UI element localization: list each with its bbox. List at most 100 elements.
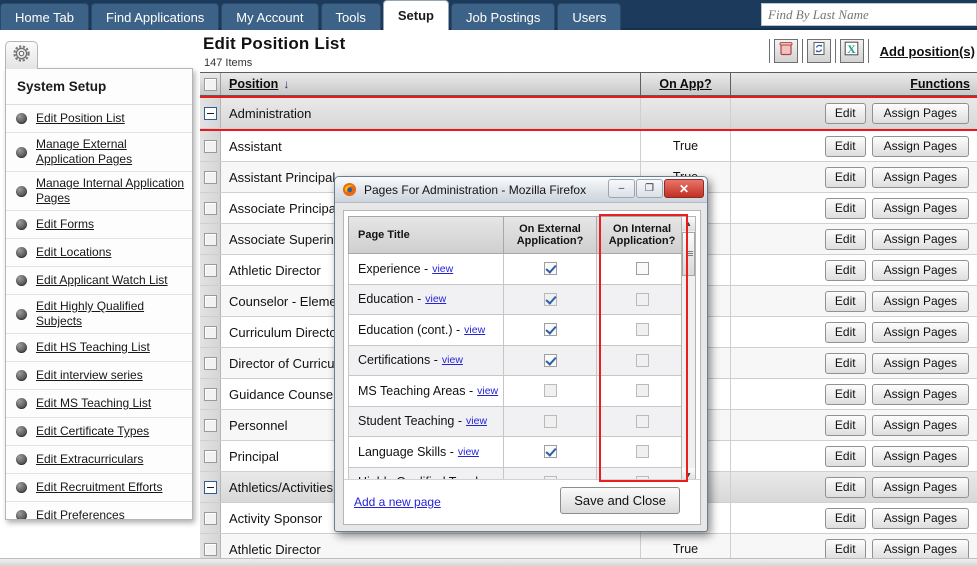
- external-checkbox-cell[interactable]: [503, 315, 596, 345]
- add-a-new-page-link[interactable]: Add a new page: [354, 495, 441, 509]
- sidebar-item-edit-extracurriculars[interactable]: Edit Extracurriculars: [6, 446, 192, 474]
- dialog-vertical-scrollbar[interactable]: ▲ ▼: [681, 216, 696, 483]
- column-header-on-app[interactable]: On App?: [641, 73, 731, 95]
- maximize-button[interactable]: ❐: [636, 179, 663, 198]
- sidebar-item-edit-recruitment-efforts[interactable]: Edit Recruitment Efforts: [6, 474, 192, 502]
- edit-button[interactable]: Edit: [825, 291, 866, 312]
- external-checkbox-cell[interactable]: [503, 346, 596, 376]
- row-checkbox-cell[interactable]: [200, 503, 221, 533]
- row-checkbox[interactable]: [204, 233, 217, 246]
- nav-tab-tools[interactable]: Tools: [321, 3, 381, 30]
- scroll-up-icon[interactable]: ▲: [682, 217, 695, 231]
- assign-pages-button[interactable]: Assign Pages: [872, 353, 969, 374]
- row-checkbox[interactable]: [204, 140, 217, 153]
- sidebar-item-edit-applicant-watch-list[interactable]: Edit Applicant Watch List: [6, 267, 192, 295]
- search-box[interactable]: [761, 3, 977, 26]
- view-link[interactable]: view: [425, 293, 446, 305]
- page-row[interactable]: Education (cont.) - view: [348, 315, 688, 346]
- assign-pages-button[interactable]: Assign Pages: [872, 384, 969, 405]
- external-checkbox-cell[interactable]: [503, 376, 596, 406]
- assign-pages-button[interactable]: Assign Pages: [872, 291, 969, 312]
- page-row[interactable]: Experience - view: [348, 254, 688, 285]
- row-checkbox-cell[interactable]: [200, 224, 221, 254]
- sidebar-item-edit-interview-series[interactable]: Edit interview series: [6, 362, 192, 390]
- edit-button[interactable]: Edit: [825, 415, 866, 436]
- page-horizontal-scrollbar[interactable]: [0, 558, 977, 566]
- sidebar-item-edit-preferences[interactable]: Edit Preferences: [6, 502, 192, 520]
- on-internal-checkbox[interactable]: [636, 354, 649, 367]
- row-checkbox[interactable]: [204, 388, 217, 401]
- external-checkbox-cell[interactable]: [503, 254, 596, 284]
- page-row[interactable]: Student Teaching - view: [348, 407, 688, 438]
- sidebar-tab-handle[interactable]: [5, 41, 38, 69]
- sidebar-item-edit-hs-teaching-list[interactable]: Edit HS Teaching List: [6, 334, 192, 362]
- row-checkbox-cell[interactable]: [200, 410, 221, 440]
- assign-pages-button[interactable]: Assign Pages: [872, 322, 969, 343]
- nav-tab-home[interactable]: Home Tab: [0, 3, 89, 30]
- internal-checkbox-cell[interactable]: [596, 346, 687, 376]
- row-expander-cell[interactable]: [200, 472, 221, 502]
- row-checkbox[interactable]: [204, 326, 217, 339]
- row-checkbox-cell[interactable]: [200, 255, 221, 285]
- row-checkbox[interactable]: [204, 171, 217, 184]
- row-checkbox[interactable]: [204, 202, 217, 215]
- on-internal-checkbox[interactable]: [636, 323, 649, 336]
- select-all-checkbox[interactable]: [204, 78, 217, 91]
- internal-checkbox-cell[interactable]: [596, 376, 687, 406]
- external-checkbox-cell[interactable]: [503, 285, 596, 315]
- view-link[interactable]: view: [458, 446, 479, 458]
- view-link[interactable]: view: [442, 354, 463, 366]
- sidebar-item-manage-external-application-pages[interactable]: Manage External Application Pages: [6, 133, 192, 172]
- assign-pages-button[interactable]: Assign Pages: [872, 167, 969, 188]
- on-external-checkbox[interactable]: [544, 415, 557, 428]
- edit-button[interactable]: Edit: [825, 260, 866, 281]
- on-internal-checkbox[interactable]: [636, 293, 649, 306]
- table-row[interactable]: Administration Edit Assign Pages: [200, 98, 977, 129]
- sidebar-item-edit-forms[interactable]: Edit Forms: [6, 211, 192, 239]
- row-checkbox[interactable]: [204, 543, 217, 556]
- edit-button[interactable]: Edit: [825, 508, 866, 529]
- edit-button[interactable]: Edit: [825, 477, 866, 498]
- edit-button[interactable]: Edit: [825, 353, 866, 374]
- internal-checkbox-cell[interactable]: [596, 407, 687, 437]
- row-expander-cell[interactable]: [200, 98, 221, 128]
- internal-checkbox-cell[interactable]: [596, 437, 687, 467]
- row-checkbox-cell[interactable]: [200, 193, 221, 223]
- page-row[interactable]: Certifications - view: [348, 346, 688, 377]
- row-checkbox[interactable]: [204, 419, 217, 432]
- view-link[interactable]: view: [432, 263, 453, 275]
- edit-button[interactable]: Edit: [825, 229, 866, 250]
- column-header-functions[interactable]: Functions: [731, 73, 977, 95]
- edit-button[interactable]: Edit: [825, 322, 866, 343]
- row-checkbox[interactable]: [204, 450, 217, 463]
- sidebar-item-edit-certificate-types[interactable]: Edit Certificate Types: [6, 418, 192, 446]
- page-row[interactable]: Education - view: [348, 285, 688, 316]
- internal-checkbox-cell[interactable]: [596, 254, 687, 284]
- edit-button[interactable]: Edit: [825, 103, 866, 124]
- row-checkbox-cell[interactable]: [200, 131, 221, 161]
- internal-checkbox-cell[interactable]: [596, 285, 687, 315]
- edit-button[interactable]: Edit: [825, 539, 866, 560]
- nav-tab-my-account[interactable]: My Account: [221, 3, 318, 30]
- minimize-button[interactable]: –: [608, 179, 635, 198]
- row-checkbox[interactable]: [204, 357, 217, 370]
- on-internal-checkbox[interactable]: [636, 445, 649, 458]
- row-checkbox-cell[interactable]: [200, 441, 221, 471]
- row-checkbox[interactable]: [204, 264, 217, 277]
- assign-pages-button[interactable]: Assign Pages: [872, 229, 969, 250]
- on-external-checkbox[interactable]: [544, 323, 557, 336]
- sidebar-item-manage-internal-application-pages[interactable]: Manage Internal Application Pages: [6, 172, 192, 211]
- row-checkbox-cell[interactable]: [200, 317, 221, 347]
- on-internal-checkbox[interactable]: [636, 415, 649, 428]
- close-button[interactable]: ✕: [664, 179, 704, 198]
- page-row[interactable]: Language Skills - view: [348, 437, 688, 468]
- on-internal-checkbox[interactable]: [636, 384, 649, 397]
- row-checkbox[interactable]: [204, 295, 217, 308]
- scrollbar-thumb[interactable]: [682, 232, 695, 276]
- on-external-checkbox[interactable]: [544, 354, 557, 367]
- on-external-checkbox[interactable]: [544, 293, 557, 306]
- assign-pages-button[interactable]: Assign Pages: [872, 446, 969, 467]
- nav-tab-users[interactable]: Users: [557, 3, 621, 30]
- row-checkbox[interactable]: [204, 512, 217, 525]
- column-header-position[interactable]: Position ↓: [221, 73, 641, 95]
